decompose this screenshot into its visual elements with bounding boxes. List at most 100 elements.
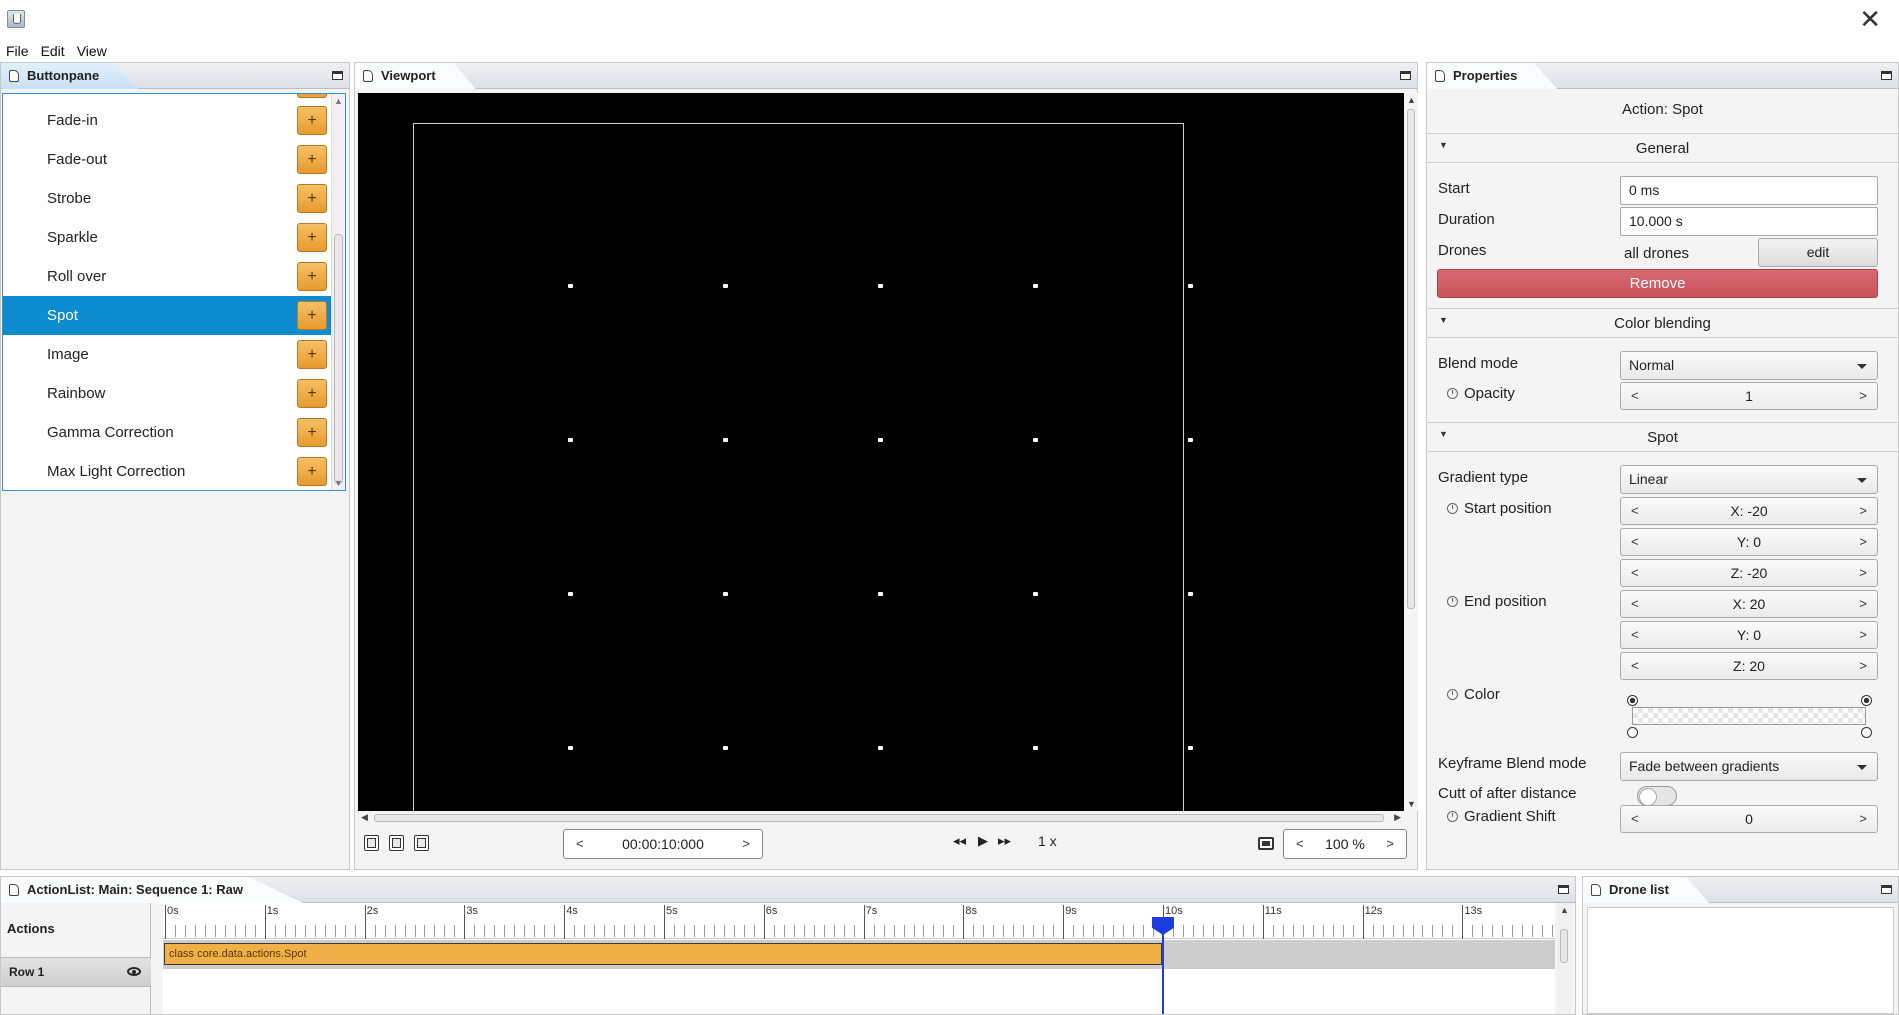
close-window-icon[interactable]: ✕ xyxy=(1859,6,1881,32)
tab-dronelist[interactable]: Drone list xyxy=(1583,877,1709,903)
scrollbar-thumb[interactable] xyxy=(1560,929,1568,963)
buttonpane-scrollbar[interactable]: ▲ ▼ xyxy=(331,94,345,490)
section-spot[interactable]: ▼ Spot xyxy=(1427,422,1898,452)
drone-point[interactable] xyxy=(1188,592,1193,596)
playback-speed[interactable]: 1 x xyxy=(1038,833,1057,849)
view-front-icon[interactable] xyxy=(364,835,379,851)
play-button[interactable]: ▶ xyxy=(978,833,988,849)
drone-point[interactable] xyxy=(723,284,728,288)
end-z-spinner[interactable]: < Z: 20 > xyxy=(1620,652,1878,680)
drone-point[interactable] xyxy=(1188,438,1193,442)
add-button[interactable]: + xyxy=(297,379,327,408)
drone-point[interactable] xyxy=(1033,746,1038,750)
tab-actionlist[interactable]: ActionList: Main: Sequence 1: Raw xyxy=(1,877,303,903)
add-button[interactable]: + xyxy=(297,145,327,174)
button-row-fade-out[interactable]: Fade-out + xyxy=(3,140,331,179)
time-ruler[interactable]: 0s 1s 2s 3s 4s 5s 6s 7s 8s 9s 10s 11s 12s 13s xyxy=(163,903,1555,939)
timeline-scrollbar[interactable]: ▲ xyxy=(1557,903,1571,1014)
cutoff-distance-toggle[interactable] xyxy=(1637,786,1677,806)
drone-list-area[interactable] xyxy=(1587,907,1894,1014)
button-row-spot[interactable]: Spot + xyxy=(3,296,331,335)
timeline[interactable]: 0s 1s 2s 3s 4s 5s 6s 7s 8s 9s 10s 11s 12s 13s class c… xyxy=(163,903,1555,1014)
view-top-icon[interactable] xyxy=(414,835,429,851)
edit-drones-button[interactable]: edit xyxy=(1758,238,1878,267)
drone-point[interactable] xyxy=(568,746,573,750)
viewport-canvas[interactable] xyxy=(358,93,1410,811)
maximize-icon[interactable] xyxy=(1558,885,1569,894)
keyframe-icon[interactable] xyxy=(1447,503,1458,514)
scrollbar-thumb[interactable] xyxy=(1407,109,1415,609)
duration-input[interactable]: 10.000 s xyxy=(1620,207,1878,236)
drone-point[interactable] xyxy=(568,284,573,288)
keyframe-icon[interactable] xyxy=(1447,811,1458,822)
timeline-track[interactable]: class core.data.actions.Spot xyxy=(163,940,1555,969)
button-row-roll-over[interactable]: Roll over + xyxy=(3,257,331,296)
keyframe-icon[interactable] xyxy=(1447,388,1458,399)
remove-button[interactable]: Remove xyxy=(1437,269,1878,298)
drone-point[interactable] xyxy=(1188,284,1193,288)
button-row-sparkle[interactable]: Sparkle + xyxy=(3,218,331,257)
scrollbar-thumb[interactable] xyxy=(374,814,1384,822)
drone-point[interactable] xyxy=(878,746,883,750)
add-button[interactable]: + xyxy=(297,418,327,447)
maximize-icon[interactable] xyxy=(1881,71,1892,80)
tab-properties[interactable]: Properties xyxy=(1427,63,1558,89)
menu-file[interactable]: File xyxy=(0,43,35,59)
viewport-vertical-scrollbar[interactable]: ▲ ▼ xyxy=(1404,93,1418,811)
fit-to-screen-icon[interactable] xyxy=(1258,837,1274,850)
time-next-button[interactable]: > xyxy=(742,830,750,858)
menu-view[interactable]: View xyxy=(71,43,113,59)
color-gradient-bar[interactable] xyxy=(1632,707,1866,725)
visibility-eye-icon[interactable] xyxy=(127,967,141,976)
drone-point[interactable] xyxy=(1188,746,1193,750)
add-button[interactable]: + xyxy=(297,340,327,369)
spot-action-block[interactable]: class core.data.actions.Spot xyxy=(164,943,1162,965)
menu-edit[interactable]: Edit xyxy=(35,43,71,59)
add-button[interactable]: + xyxy=(297,223,327,252)
partial-add-button[interactable] xyxy=(297,94,327,98)
add-button[interactable]: + xyxy=(297,457,327,486)
tab-buttonpane[interactable]: Buttonpane xyxy=(1,63,140,89)
opacity-spinner[interactable]: <1 > xyxy=(1620,382,1878,410)
button-row-image[interactable]: Image + xyxy=(3,335,331,374)
add-button[interactable]: + xyxy=(297,262,327,291)
maximize-icon[interactable] xyxy=(1400,71,1411,80)
timeline-row-1[interactable]: Row 1 xyxy=(1,957,151,987)
button-row-max-light-correction[interactable]: Max Light Correction + xyxy=(3,452,331,490)
drone-point[interactable] xyxy=(1033,592,1038,596)
drone-point[interactable] xyxy=(878,592,883,596)
view-side-icon[interactable] xyxy=(389,835,404,851)
drone-point[interactable] xyxy=(568,592,573,596)
button-row-strobe[interactable]: Strobe + xyxy=(3,179,331,218)
drone-point[interactable] xyxy=(1033,438,1038,442)
add-button[interactable]: + xyxy=(297,184,327,213)
drone-point[interactable] xyxy=(1033,284,1038,288)
section-color-blending[interactable]: ▼ Color blending xyxy=(1427,308,1898,338)
add-button[interactable]: + xyxy=(297,106,327,135)
maximize-icon[interactable] xyxy=(332,71,343,80)
gradient-stop-handle[interactable] xyxy=(1627,695,1638,706)
gradient-alpha-handle[interactable] xyxy=(1861,727,1872,738)
start-z-spinner[interactable]: < Z: -20 > xyxy=(1620,559,1878,587)
maximize-icon[interactable] xyxy=(1881,885,1892,894)
drone-point[interactable] xyxy=(723,746,728,750)
tab-viewport[interactable]: Viewport xyxy=(355,63,476,89)
button-row-rainbow[interactable]: Rainbow + xyxy=(3,374,331,413)
zoom-in-button[interactable]: > xyxy=(1386,830,1394,858)
drone-point[interactable] xyxy=(723,438,728,442)
gradient-stop-handle[interactable] xyxy=(1861,695,1872,706)
drone-point[interactable] xyxy=(878,438,883,442)
gradient-shift-spinner[interactable]: <0 > xyxy=(1620,805,1878,833)
start-x-spinner[interactable]: < X: -20 > xyxy=(1620,497,1878,525)
keyframe-icon[interactable] xyxy=(1447,596,1458,607)
end-x-spinner[interactable]: < X: 20 > xyxy=(1620,590,1878,618)
gradient-alpha-handle[interactable] xyxy=(1627,727,1638,738)
button-row-gamma-correction[interactable]: Gamma Correction + xyxy=(3,413,331,452)
rewind-button[interactable]: ◂◂ xyxy=(953,833,966,849)
keyframe-icon[interactable] xyxy=(1447,689,1458,700)
end-y-spinner[interactable]: < Y: 0 > xyxy=(1620,621,1878,649)
viewport-horizontal-scrollbar[interactable]: ◀ ▶ xyxy=(358,811,1404,825)
drone-point[interactable] xyxy=(723,592,728,596)
start-input[interactable]: 0 ms xyxy=(1620,176,1878,205)
section-general[interactable]: ▼ General xyxy=(1427,133,1898,163)
